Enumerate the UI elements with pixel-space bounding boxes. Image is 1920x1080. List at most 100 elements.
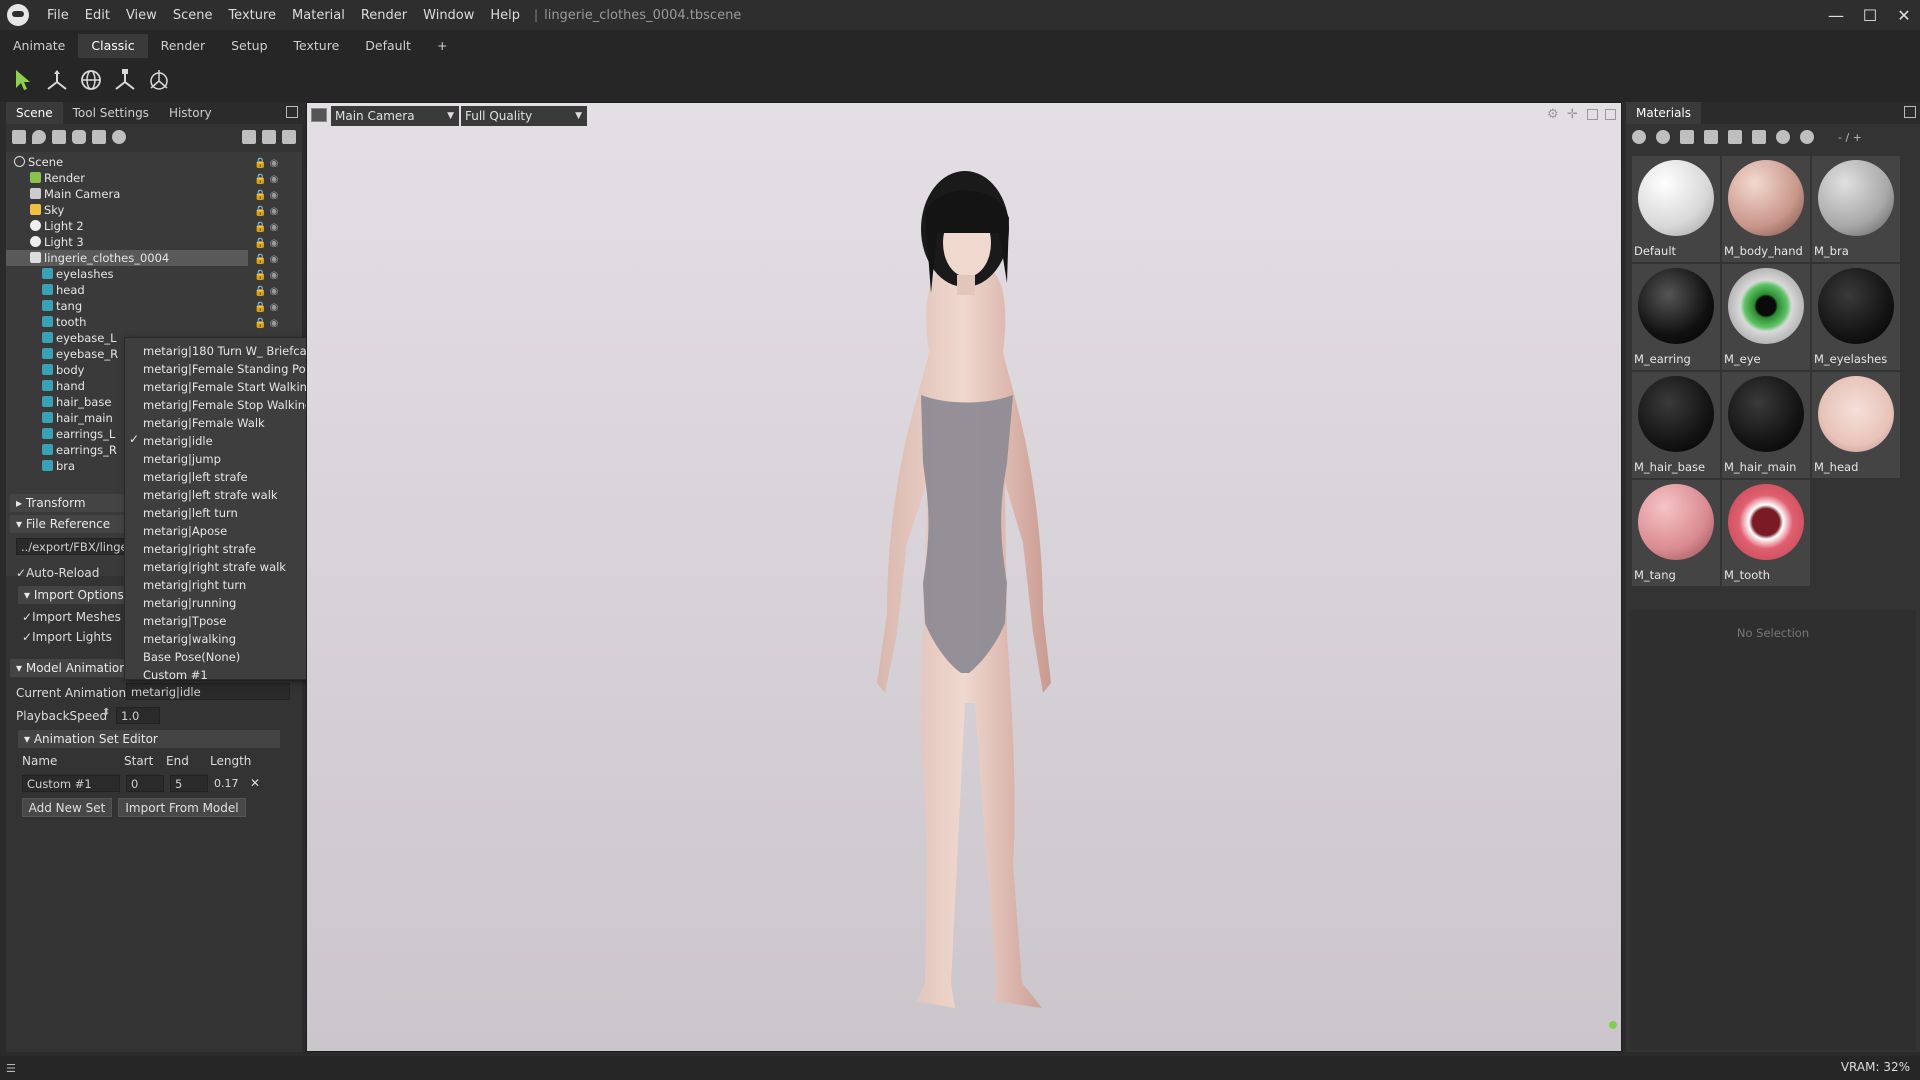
- viewport-move-icon[interactable]: ✛: [1567, 107, 1578, 122]
- add-new-set-button[interactable]: Add New Set: [22, 798, 112, 817]
- 3d-viewport[interactable]: Main Camera ▼ Full Quality ▼ ⚙ ✛: [306, 102, 1622, 1052]
- tab-classic[interactable]: Classic: [78, 34, 148, 58]
- import-meshes-checkbox[interactable]: ✓Import Meshes: [22, 610, 121, 624]
- folder-icon[interactable]: [242, 130, 256, 144]
- material-thumbnail[interactable]: M_bra: [1812, 156, 1900, 262]
- tab-render[interactable]: Render: [148, 34, 219, 58]
- animation-set-editor-section[interactable]: ▾ Animation Set Editor: [18, 730, 280, 748]
- animation-menu-item[interactable]: metarig|idle: [143, 432, 213, 450]
- set-name-field[interactable]: Custom #1: [22, 775, 120, 792]
- trash-icon[interactable]: [1728, 130, 1742, 144]
- transform-section[interactable]: ▸ Transform: [10, 494, 130, 512]
- animation-menu-item[interactable]: metarig|left strafe walk: [143, 486, 278, 504]
- material-thumbnail[interactable]: M_body_hand: [1722, 156, 1810, 262]
- rotate-tool-icon[interactable]: [76, 65, 106, 95]
- menu-scene[interactable]: Scene: [165, 8, 221, 23]
- animation-menu-item[interactable]: metarig|left strafe: [143, 468, 248, 486]
- tree-row[interactable]: Main Camera: [6, 186, 296, 202]
- animation-menu-item[interactable]: metarig|right strafe walk: [143, 558, 286, 576]
- pick-material-icon[interactable]: [1800, 130, 1814, 144]
- add-sky-icon[interactable]: [72, 130, 86, 144]
- import-options-section[interactable]: ▾ Import Options: [18, 586, 130, 604]
- tree-row[interactable]: Render: [6, 170, 296, 186]
- move-tool-icon[interactable]: [42, 65, 72, 95]
- animation-menu-item[interactable]: Custom #1: [143, 666, 208, 684]
- folder-icon[interactable]: [1704, 130, 1718, 144]
- current-animation-field[interactable]: metarig|idle: [126, 683, 290, 700]
- material-thumbnail[interactable]: M_earring: [1632, 264, 1720, 370]
- animation-menu-item[interactable]: metarig|Female Start Walking: [143, 378, 314, 396]
- file-reference-section[interactable]: ▾ File Reference: [10, 515, 130, 533]
- camera-select[interactable]: Main Camera ▼: [331, 106, 459, 126]
- animation-menu-item[interactable]: metarig|Female Standing Pose: [143, 360, 319, 378]
- material-grid-icon[interactable]: [1680, 130, 1694, 144]
- duplicate-icon[interactable]: [262, 130, 276, 144]
- import-from-model-button[interactable]: Import From Model: [118, 798, 246, 817]
- tree-row[interactable]: tang: [6, 298, 296, 314]
- animation-menu-item[interactable]: metarig|Tpose: [143, 612, 226, 630]
- add-shadow-icon[interactable]: [92, 130, 106, 144]
- tab-scene[interactable]: Scene: [6, 102, 63, 124]
- tree-row[interactable]: Light 3: [6, 234, 296, 250]
- speed-stepper-icon[interactable]: ⬍: [102, 707, 110, 718]
- menu-render[interactable]: Render: [353, 8, 415, 23]
- material-thumbnail[interactable]: Default: [1632, 156, 1720, 262]
- maximize-button[interactable]: ☐: [1852, 0, 1888, 30]
- duplicate-material-icon[interactable]: [1656, 130, 1670, 144]
- tab-setup[interactable]: Setup: [218, 34, 280, 58]
- menu-help[interactable]: Help: [482, 8, 528, 23]
- material-thumbnail[interactable]: M_hair_base: [1632, 372, 1720, 478]
- remove-set-icon[interactable]: ✕: [250, 776, 260, 790]
- add-mesh-icon[interactable]: [12, 130, 26, 144]
- minimize-button[interactable]: —: [1818, 0, 1854, 30]
- log-icon[interactable]: ☰: [6, 1062, 16, 1075]
- viewport-maximize-icon[interactable]: [1587, 109, 1598, 120]
- viewport-popout-icon[interactable]: [1605, 109, 1616, 120]
- animation-menu-item[interactable]: metarig|jump: [143, 450, 221, 468]
- tree-row[interactable]: Scene: [6, 154, 296, 170]
- menu-file[interactable]: File: [39, 8, 77, 23]
- select-tool-icon[interactable]: [8, 65, 38, 95]
- tree-row[interactable]: eyelashes: [6, 266, 296, 282]
- auto-reload-checkbox[interactable]: ✓Auto-Reload: [16, 566, 99, 580]
- menu-window[interactable]: Window: [415, 8, 482, 23]
- tab-texture[interactable]: Texture: [281, 34, 353, 58]
- animation-menu-item[interactable]: metarig|right turn: [143, 576, 246, 594]
- apply-material-icon[interactable]: [1776, 130, 1790, 144]
- menu-view[interactable]: View: [118, 8, 165, 23]
- popout-icon[interactable]: [1904, 106, 1916, 118]
- animation-menu-item[interactable]: metarig|walking: [143, 630, 236, 648]
- material-thumbnail[interactable]: M_tang: [1632, 480, 1720, 586]
- set-start-field[interactable]: 0: [126, 775, 164, 792]
- add-light-icon[interactable]: [32, 130, 46, 144]
- add-tab-button[interactable]: +: [424, 34, 460, 58]
- material-thumbnail[interactable]: M_eyelashes: [1812, 264, 1900, 370]
- material-thumbnail[interactable]: M_tooth: [1722, 480, 1810, 586]
- animation-menu-item[interactable]: Base Pose(None): [143, 648, 240, 666]
- tab-default[interactable]: Default: [352, 34, 424, 58]
- tree-row[interactable]: head: [6, 282, 296, 298]
- add-material-icon[interactable]: [1632, 130, 1646, 144]
- set-end-field[interactable]: 5: [170, 775, 208, 792]
- animation-menu-item[interactable]: metarig|right strafe: [143, 540, 256, 558]
- add-shader-icon[interactable]: [112, 130, 126, 144]
- tab-history[interactable]: History: [159, 102, 222, 124]
- camera-icon[interactable]: [311, 108, 327, 122]
- animation-menu-item[interactable]: metarig|Female Walk: [143, 414, 265, 432]
- animation-menu-item[interactable]: metarig|Female Stop Walking: [143, 396, 312, 414]
- transform-tool-icon[interactable]: [144, 65, 174, 95]
- menu-material[interactable]: Material: [284, 8, 353, 23]
- tree-row-selected[interactable]: lingerie_clothes_0004: [6, 250, 248, 266]
- close-button[interactable]: ✕: [1886, 0, 1920, 30]
- tab-tool-settings[interactable]: Tool Settings: [63, 102, 159, 124]
- file-path-field[interactable]: ../export/FBX/linger: [16, 538, 130, 555]
- tree-row[interactable]: Sky: [6, 202, 296, 218]
- menu-texture[interactable]: Texture: [220, 8, 284, 23]
- page-counter[interactable]: - / +: [1838, 131, 1862, 144]
- tab-materials[interactable]: Materials: [1626, 102, 1702, 124]
- viewport-settings-icon[interactable]: ⚙: [1547, 107, 1559, 122]
- quality-select[interactable]: Full Quality ▼: [461, 106, 587, 126]
- tab-animate[interactable]: Animate: [0, 34, 78, 58]
- tree-row[interactable]: Light 2: [6, 218, 296, 234]
- animation-menu-item[interactable]: metarig|left turn: [143, 504, 238, 522]
